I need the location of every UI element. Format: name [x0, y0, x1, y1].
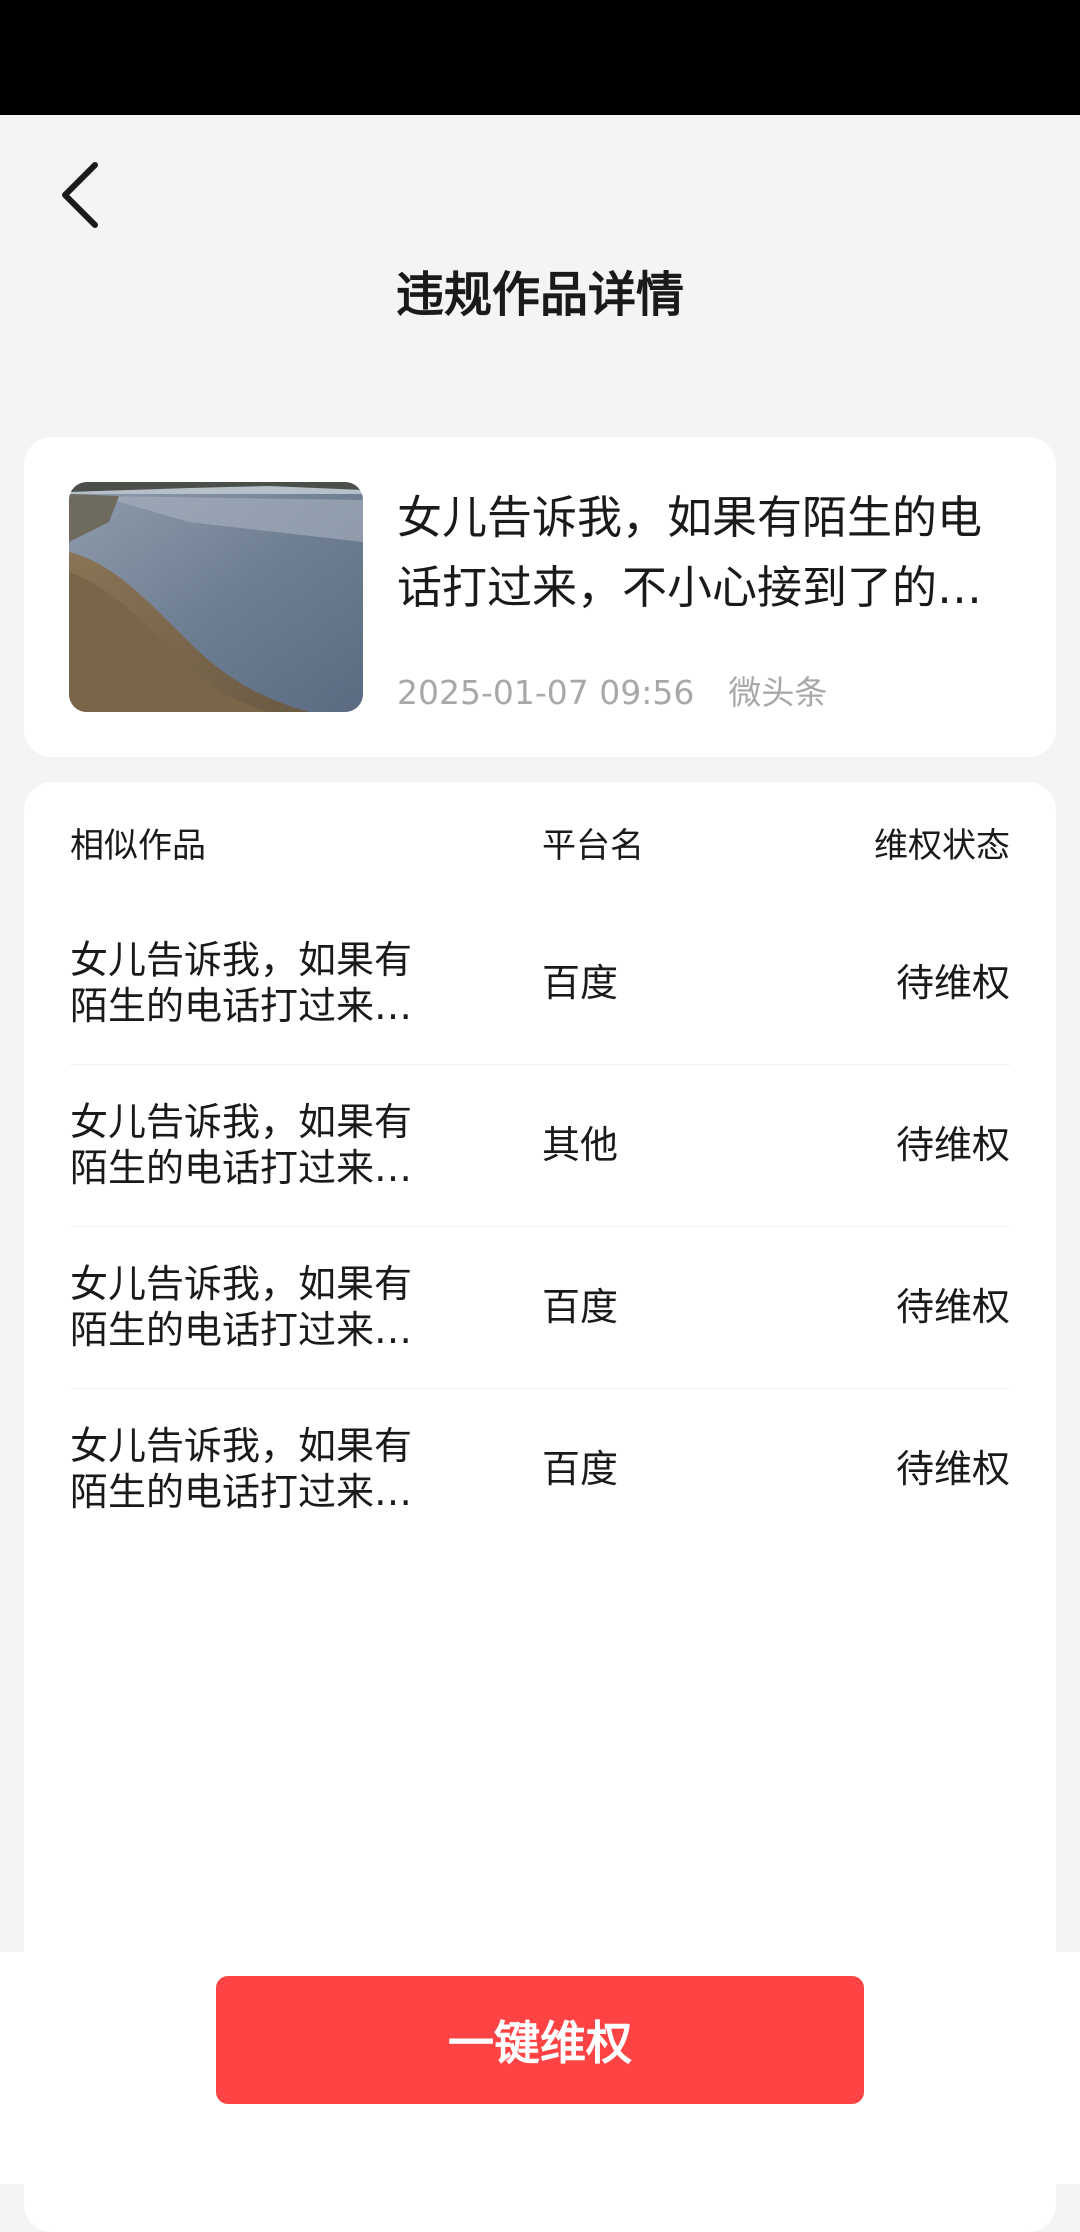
back-button[interactable]	[40, 140, 120, 250]
row-title: 女儿告诉我，如果有陌生的电话打过来…	[70, 1424, 413, 1514]
table-header: 相似作品 平台名 维权状态	[24, 782, 1056, 902]
table-row[interactable]: 女儿告诉我，如果有陌生的电话打过来… 其他 待维权	[24, 1064, 1056, 1226]
work-meta: 2025-01-07 09:56 微头条	[397, 669, 827, 717]
work-thumbnail[interactable]	[69, 482, 363, 712]
column-header-platform: 平台名	[542, 826, 644, 866]
row-status: 待维权	[895, 961, 1010, 1005]
row-platform: 百度	[542, 961, 619, 1005]
one-click-rights-button[interactable]: 一键维权	[216, 1976, 864, 2104]
work-title: 女儿告诉我，如果有陌生的电话打过来，不小心接到了的…	[397, 491, 983, 614]
page-title: 违规作品详情	[395, 267, 684, 323]
row-status: 待维权	[895, 1447, 1010, 1491]
table-row[interactable]: 女儿告诉我，如果有陌生的电话打过来… 百度 待维权	[24, 902, 1056, 1064]
status-bar	[0, 0, 1080, 115]
row-title: 女儿告诉我，如果有陌生的电话打过来…	[70, 938, 413, 1028]
row-title: 女儿告诉我，如果有陌生的电话打过来…	[70, 1262, 413, 1352]
column-header-status: 维权状态	[874, 826, 1010, 866]
work-platform: 微头条	[728, 673, 828, 712]
similar-works-list: 女儿告诉我，如果有陌生的电话打过来… 百度 待维权 女儿告诉我，如果有陌生的电话…	[24, 902, 1056, 1550]
row-platform: 其他	[542, 1123, 619, 1167]
column-header-works: 相似作品	[70, 826, 206, 866]
table-row[interactable]: 女儿告诉我，如果有陌生的电话打过来… 百度 待维权	[24, 1388, 1056, 1550]
row-status: 待维权	[895, 1285, 1010, 1329]
row-status: 待维权	[895, 1123, 1010, 1167]
chevron-left-icon	[62, 162, 98, 228]
table-row[interactable]: 女儿告诉我，如果有陌生的电话打过来… 百度 待维权	[24, 1226, 1056, 1388]
row-platform: 百度	[542, 1285, 619, 1329]
work-datetime: 2025-01-07 09:56	[397, 673, 695, 712]
row-platform: 百度	[542, 1447, 619, 1491]
row-title: 女儿告诉我，如果有陌生的电话打过来…	[70, 1100, 413, 1190]
work-card[interactable]: 女儿告诉我，如果有陌生的电话打过来，不小心接到了的… 2025-01-07 09…	[24, 437, 1056, 757]
